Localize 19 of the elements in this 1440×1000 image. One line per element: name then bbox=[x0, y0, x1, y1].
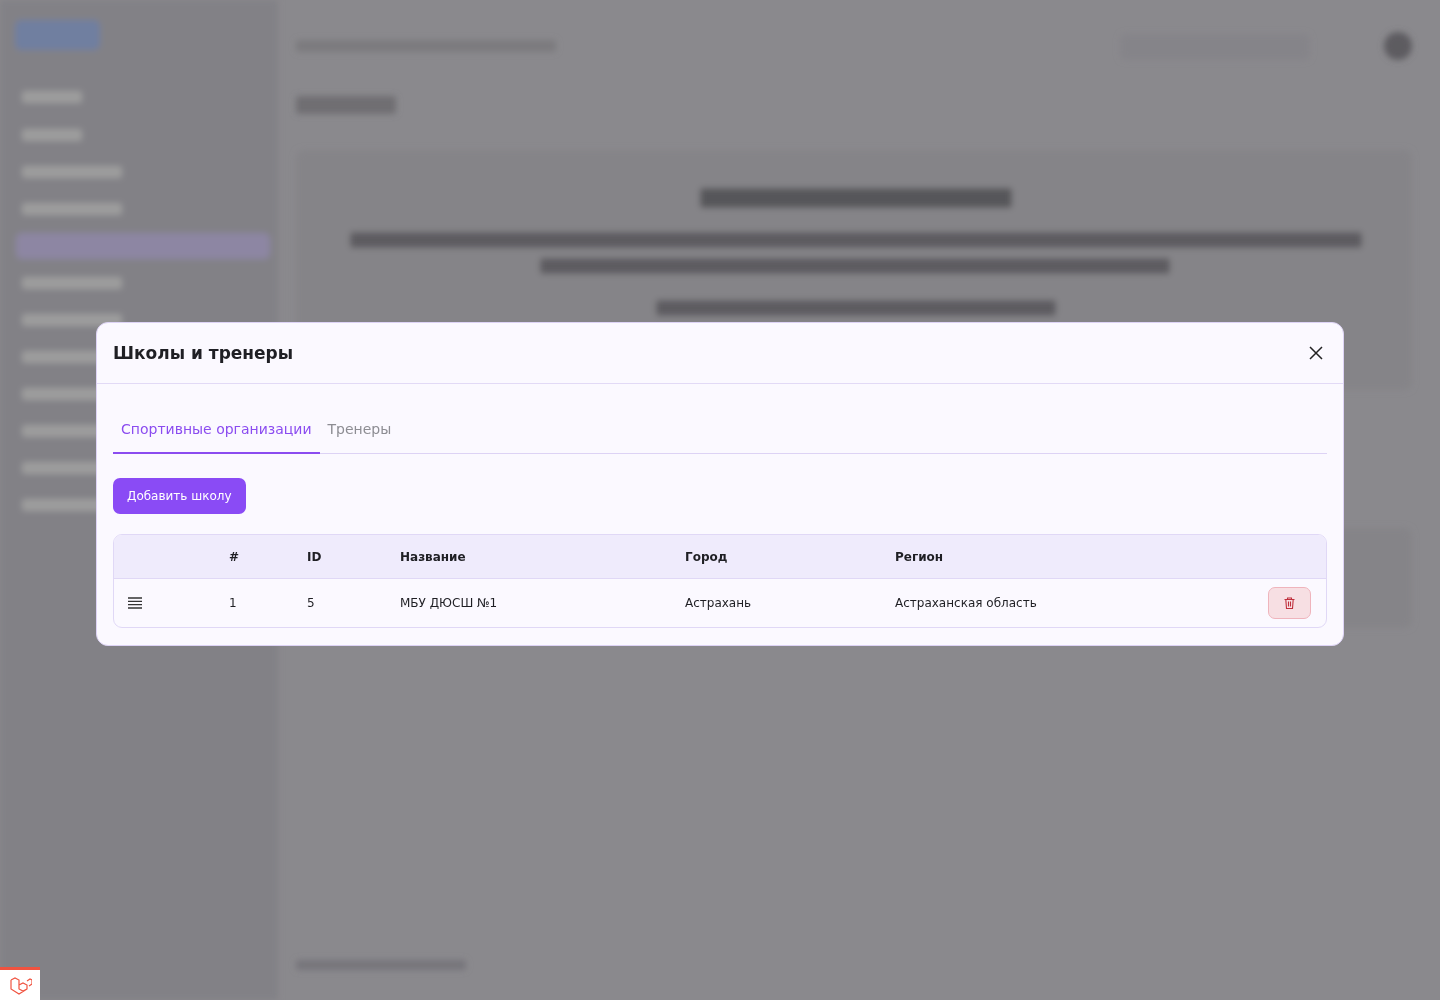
column-header: Название bbox=[400, 549, 466, 564]
close-icon bbox=[1309, 346, 1323, 360]
dialog-title: Школы и тренеры bbox=[113, 343, 294, 363]
cube-logo-icon[interactable] bbox=[10, 976, 32, 996]
add-school-button[interactable]: Добавить школу bbox=[113, 478, 246, 514]
drag-handle-icon[interactable] bbox=[128, 597, 142, 609]
table-cell: 1 bbox=[229, 596, 237, 610]
trash-icon bbox=[1284, 597, 1295, 609]
table-cell: Астраханская область bbox=[895, 596, 1037, 610]
table-cell: МБУ ДЮСШ №1 bbox=[400, 596, 498, 610]
delete-button[interactable] bbox=[1268, 587, 1311, 619]
table-cell: Астрахань bbox=[685, 596, 752, 610]
tab[interactable]: Спортивные организации bbox=[113, 406, 320, 454]
column-header: Регион bbox=[895, 549, 944, 564]
column-header: # bbox=[229, 549, 240, 564]
column-header: ID bbox=[307, 549, 322, 564]
tab[interactable]: Тренеры bbox=[319, 406, 400, 454]
table-cell: 5 bbox=[307, 596, 315, 610]
column-header: Город bbox=[685, 549, 728, 564]
